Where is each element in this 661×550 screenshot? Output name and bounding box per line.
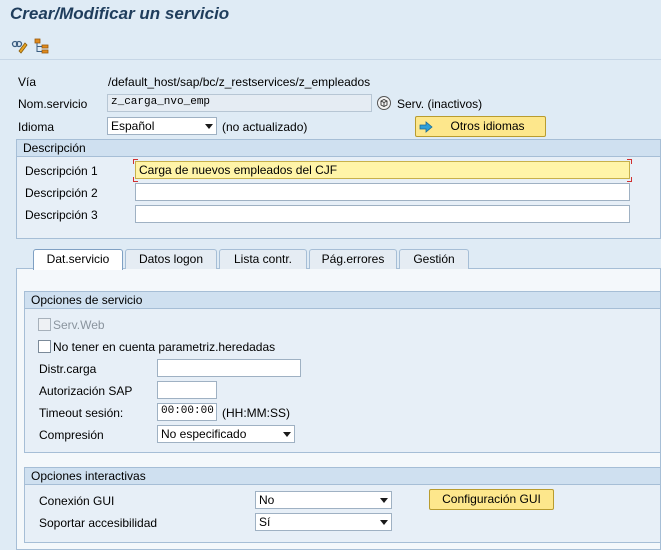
accessibility-value: Sí xyxy=(259,515,271,529)
timeout-label: Timeout sesión: xyxy=(39,406,124,420)
tab-gestion[interactable]: Gestión xyxy=(399,249,469,269)
distr-field[interactable] xyxy=(157,359,301,377)
description-1-field[interactable]: Carga de nuevos empleados del CJF xyxy=(135,161,630,179)
service-name-label: Nom.servicio xyxy=(18,97,88,111)
gui-config-button[interactable]: Configuración GUI xyxy=(429,489,554,510)
focus-corner-bottom-right xyxy=(627,177,632,182)
language-note: (no actualizado) xyxy=(222,120,308,134)
description-3-label: Descripción 3 xyxy=(25,208,98,222)
language-select[interactable]: Español xyxy=(107,117,217,135)
gui-connection-label: Conexión GUI xyxy=(39,494,115,508)
ignore-inherited-checkbox[interactable] xyxy=(38,340,51,353)
accessibility-label: Soportar accesibilidad xyxy=(39,516,158,530)
service-object-icon[interactable] xyxy=(376,95,392,111)
timeout-format: (HH:MM:SS) xyxy=(222,406,290,420)
page-title: Crear/Modificar un servicio xyxy=(10,4,230,23)
focus-corner-bottom-left xyxy=(133,177,138,182)
other-languages-label: Otros idiomas xyxy=(450,119,525,133)
distr-label: Distr.carga xyxy=(39,362,97,376)
chevron-down-icon xyxy=(380,498,388,503)
language-select-value: Español xyxy=(111,119,155,133)
compression-label: Compresión xyxy=(39,428,104,442)
auth-label: Autorización SAP xyxy=(39,384,133,398)
serv-web-label: Serv.Web xyxy=(53,318,105,332)
hierarchy-icon[interactable] xyxy=(33,37,51,55)
timeout-field[interactable]: 00:00:00 xyxy=(157,403,217,421)
description-2-field[interactable] xyxy=(135,183,630,201)
tab-pag-errores[interactable]: Pág.errores xyxy=(309,249,397,269)
language-label: Idioma xyxy=(18,120,55,134)
service-options-heading: Opciones de servicio xyxy=(25,292,660,309)
tab-datos-logon[interactable]: Datos logon xyxy=(125,249,217,269)
description-heading: Descripción xyxy=(17,140,660,157)
gui-connection-value: No xyxy=(259,493,275,507)
chevron-down-icon xyxy=(205,124,213,129)
compression-select[interactable]: No especificado xyxy=(157,425,295,443)
tab-lista-contr[interactable]: Lista contr. xyxy=(219,249,307,269)
focus-corner-top-left xyxy=(133,159,138,164)
arrow-right-icon xyxy=(419,120,433,139)
title-bar: Crear/Modificar un servicio xyxy=(0,0,661,30)
service-options-group: Opciones de servicio xyxy=(24,291,661,453)
description-1-label: Descripción 1 xyxy=(25,164,98,178)
service-status: Serv. (inactivos) xyxy=(397,97,483,111)
auth-field[interactable] xyxy=(157,381,217,399)
description-3-field[interactable] xyxy=(135,205,630,223)
tab-dat-servicio[interactable]: Dat.servicio xyxy=(33,249,123,270)
application-toolbar xyxy=(0,32,661,60)
chevron-down-icon xyxy=(380,520,388,525)
serv-web-checkbox[interactable] xyxy=(38,318,51,331)
other-languages-button[interactable]: Otros idiomas xyxy=(415,116,546,137)
compression-select-value: No especificado xyxy=(161,427,247,441)
via-value: /default_host/sap/bc/z_restservices/z_em… xyxy=(108,75,371,89)
interactive-options-heading: Opciones interactivas xyxy=(25,468,660,485)
service-name-field[interactable]: z_carga_nvo_emp xyxy=(107,94,372,112)
chevron-down-icon xyxy=(283,432,291,437)
focus-corner-top-right xyxy=(627,159,632,164)
description-2-label: Descripción 2 xyxy=(25,186,98,200)
accessibility-select[interactable]: Sí xyxy=(255,513,392,531)
display-change-icon[interactable] xyxy=(10,37,28,55)
gui-connection-select[interactable]: No xyxy=(255,491,392,509)
ignore-inherited-label: No tener en cuenta parametriz.heredadas xyxy=(53,340,276,354)
via-label: Vía xyxy=(18,75,37,89)
